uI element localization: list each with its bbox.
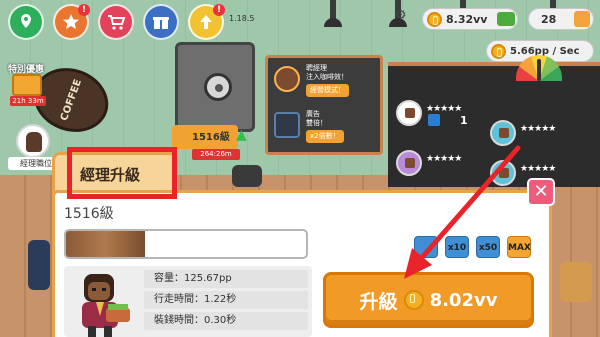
multiplier-x10[interactable]: x10 [445, 236, 469, 258]
stat-walk-time: 行走時間：1.22秒 [144, 291, 308, 309]
board-row1-text: 聘經理 注入咖啡效！ [306, 64, 348, 81]
board-row2-button[interactable]: x2倍數！ [306, 130, 344, 143]
safe[interactable] [175, 42, 255, 132]
cash-icon[interactable] [497, 12, 515, 26]
menu-item[interactable]: ★★★★★ [396, 150, 488, 180]
achievements-button[interactable]: ! [53, 4, 90, 40]
map-button[interactable] [8, 4, 44, 40]
gems-display: 28 [528, 8, 594, 30]
shop-cart-icon [108, 15, 126, 30]
upgrade-cost: 8.02vv [429, 289, 498, 311]
station-timer: 264:26m [192, 149, 240, 160]
stat-capacity: 容量：125.67pp [144, 270, 308, 288]
coin-icon [491, 43, 506, 59]
offer-box-icon [12, 74, 42, 96]
coin-icon [403, 290, 424, 310]
notification-badge: ! [78, 4, 90, 16]
upgrade-icon [200, 15, 212, 29]
gift-icon [153, 17, 169, 29]
coffee-cup-icon [396, 150, 422, 176]
manager-position-button[interactable]: 經理職位 [8, 124, 64, 170]
station-level: 1516級 [172, 125, 238, 149]
coffee-cup-icon [490, 160, 516, 186]
station-upgrade-tag[interactable]: 1516級 ▲ 264:26m [172, 125, 247, 163]
manager-face-icon [274, 66, 300, 92]
customer-character [28, 240, 50, 290]
star-icon [63, 14, 79, 29]
menu-item-stars: ★★★★★ [426, 104, 462, 114]
close-button[interactable]: ✕ [527, 178, 555, 206]
ad-board: 聘經理 注入咖啡效！ 經營模式！ 廣告 雙倍！ x2倍數！ [265, 55, 383, 155]
menu-item[interactable]: ★★★★★ 1 [396, 100, 488, 130]
map-icon [21, 14, 31, 28]
close-icon: ✕ [533, 181, 549, 202]
ticket-icon [428, 114, 440, 126]
manager-level: 1516級 [64, 206, 114, 222]
menu-board: ★★★★★ 1 ★★★★★ ★★★★★ ★★★★★ [388, 62, 600, 187]
version-label: 1.18.5 [229, 14, 255, 23]
board-row1-button[interactable]: 經營模式！ [306, 84, 349, 97]
menu-item-stars: ★★★★★ [520, 124, 556, 134]
currency-value: 8.32vv [446, 12, 488, 26]
barista-character [232, 165, 262, 187]
multiplier-label: x50 [478, 243, 498, 253]
phone-ad-icon [274, 112, 300, 138]
board-row-ad: 廣告 雙倍！ x2倍數！ [274, 110, 378, 148]
gems-value: 28 [541, 12, 557, 26]
multiplier-x1[interactable]: x1 [414, 236, 438, 258]
upgrade-button-label: 升級 [359, 290, 398, 313]
stat-load-time: 裝錢時間：0.30秒 [144, 312, 308, 330]
crate [560, 262, 592, 302]
level-progress-bar [64, 229, 308, 259]
coffee-sign-text: COFFEE [58, 77, 84, 123]
multiplier-max[interactable]: MAX [507, 236, 531, 258]
boost-button[interactable]: ! [188, 4, 225, 40]
multiplier-x50[interactable]: x50 [476, 236, 500, 258]
upgrade-button[interactable]: 升級 8.02vv [323, 272, 534, 328]
special-offer[interactable]: 特別優惠 21h 33m [2, 62, 56, 106]
level-progress-fill [66, 231, 146, 257]
settings-gear-icon[interactable]: ⚙ [395, 8, 407, 23]
gift-button[interactable] [143, 4, 179, 40]
manager-stats: 容量：125.67pp 行走時間：1.22秒 裝錢時間：0.30秒 [64, 266, 312, 337]
coffee-cup-icon [396, 100, 422, 126]
level-up-arrow-icon: ▲ [236, 127, 247, 143]
board-row2-text: 廣告 雙倍！ [306, 110, 327, 127]
menu-item-count: 1 [460, 114, 468, 127]
multiplier-label: MAX [508, 243, 531, 253]
multiplier-label: x10 [447, 243, 467, 253]
shop-button[interactable] [98, 4, 134, 40]
board-row-manager: 聘經理 注入咖啡效！ 經營模式！ [274, 64, 378, 102]
coffee-cup-icon [490, 120, 516, 146]
coin-icon [427, 11, 442, 27]
menu-item[interactable]: ★★★★★ [490, 120, 582, 150]
currency-display: 8.32vv [422, 8, 518, 30]
gem-icon[interactable] [574, 11, 590, 27]
menu-item-stars: ★★★★★ [520, 164, 556, 174]
notification-badge: ! [213, 4, 225, 16]
safe-dial-icon [204, 73, 232, 101]
tab-highlight-box [67, 147, 177, 199]
manager-avatar [16, 124, 50, 158]
special-offer-timer: 21h 33m [10, 96, 46, 106]
manager-portrait [82, 274, 130, 337]
menu-item-stars: ★★★★★ [426, 154, 462, 164]
ceiling-lamp [324, 0, 342, 27]
